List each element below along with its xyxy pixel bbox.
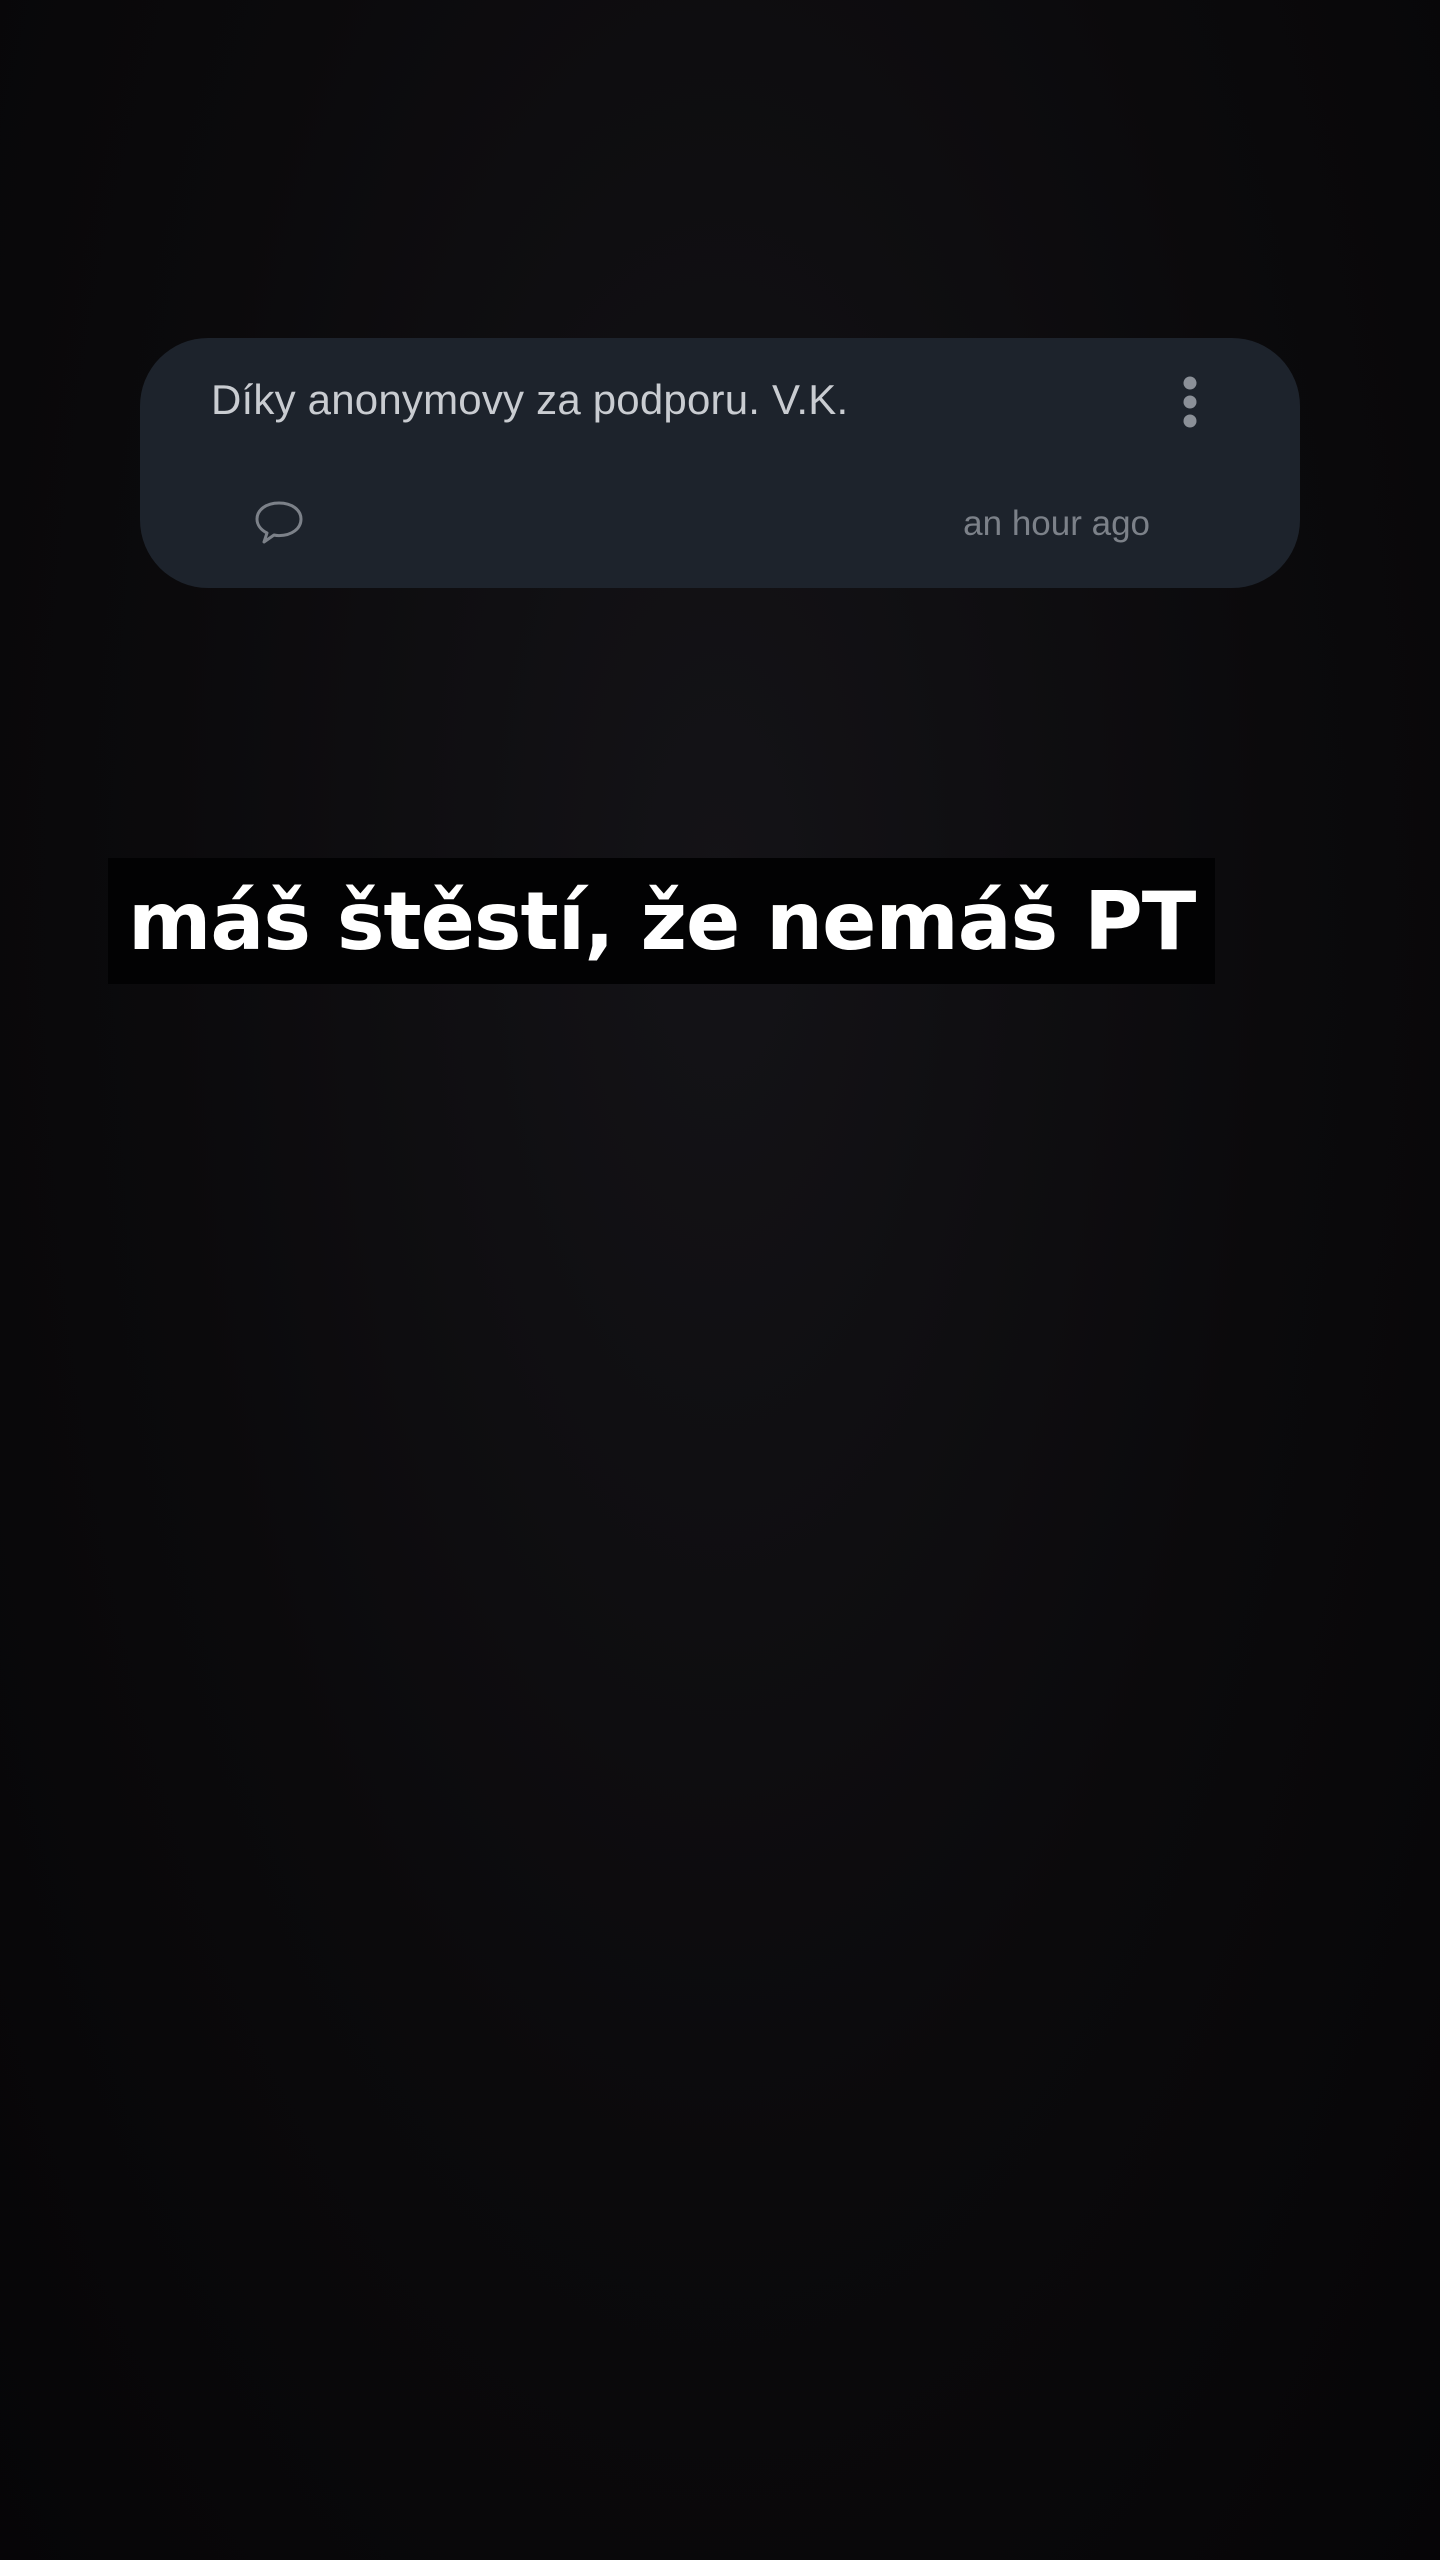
reply-button[interactable] xyxy=(252,498,306,546)
comment-card[interactable]: Díky anonymovy za podporu. V.K. an hour … xyxy=(140,338,1300,588)
caption-text: máš štěstí, že nemáš PT xyxy=(128,874,1196,968)
caption-overlay: máš štěstí, že nemáš PT xyxy=(108,858,1216,984)
comment-timestamp: an hour ago xyxy=(963,504,1150,543)
speech-bubble-icon xyxy=(255,501,303,544)
more-vertical-icon xyxy=(1183,376,1197,428)
more-menu-button[interactable] xyxy=(1170,374,1210,444)
comment-text: Díky anonymovy za podporu. V.K. xyxy=(211,376,849,423)
